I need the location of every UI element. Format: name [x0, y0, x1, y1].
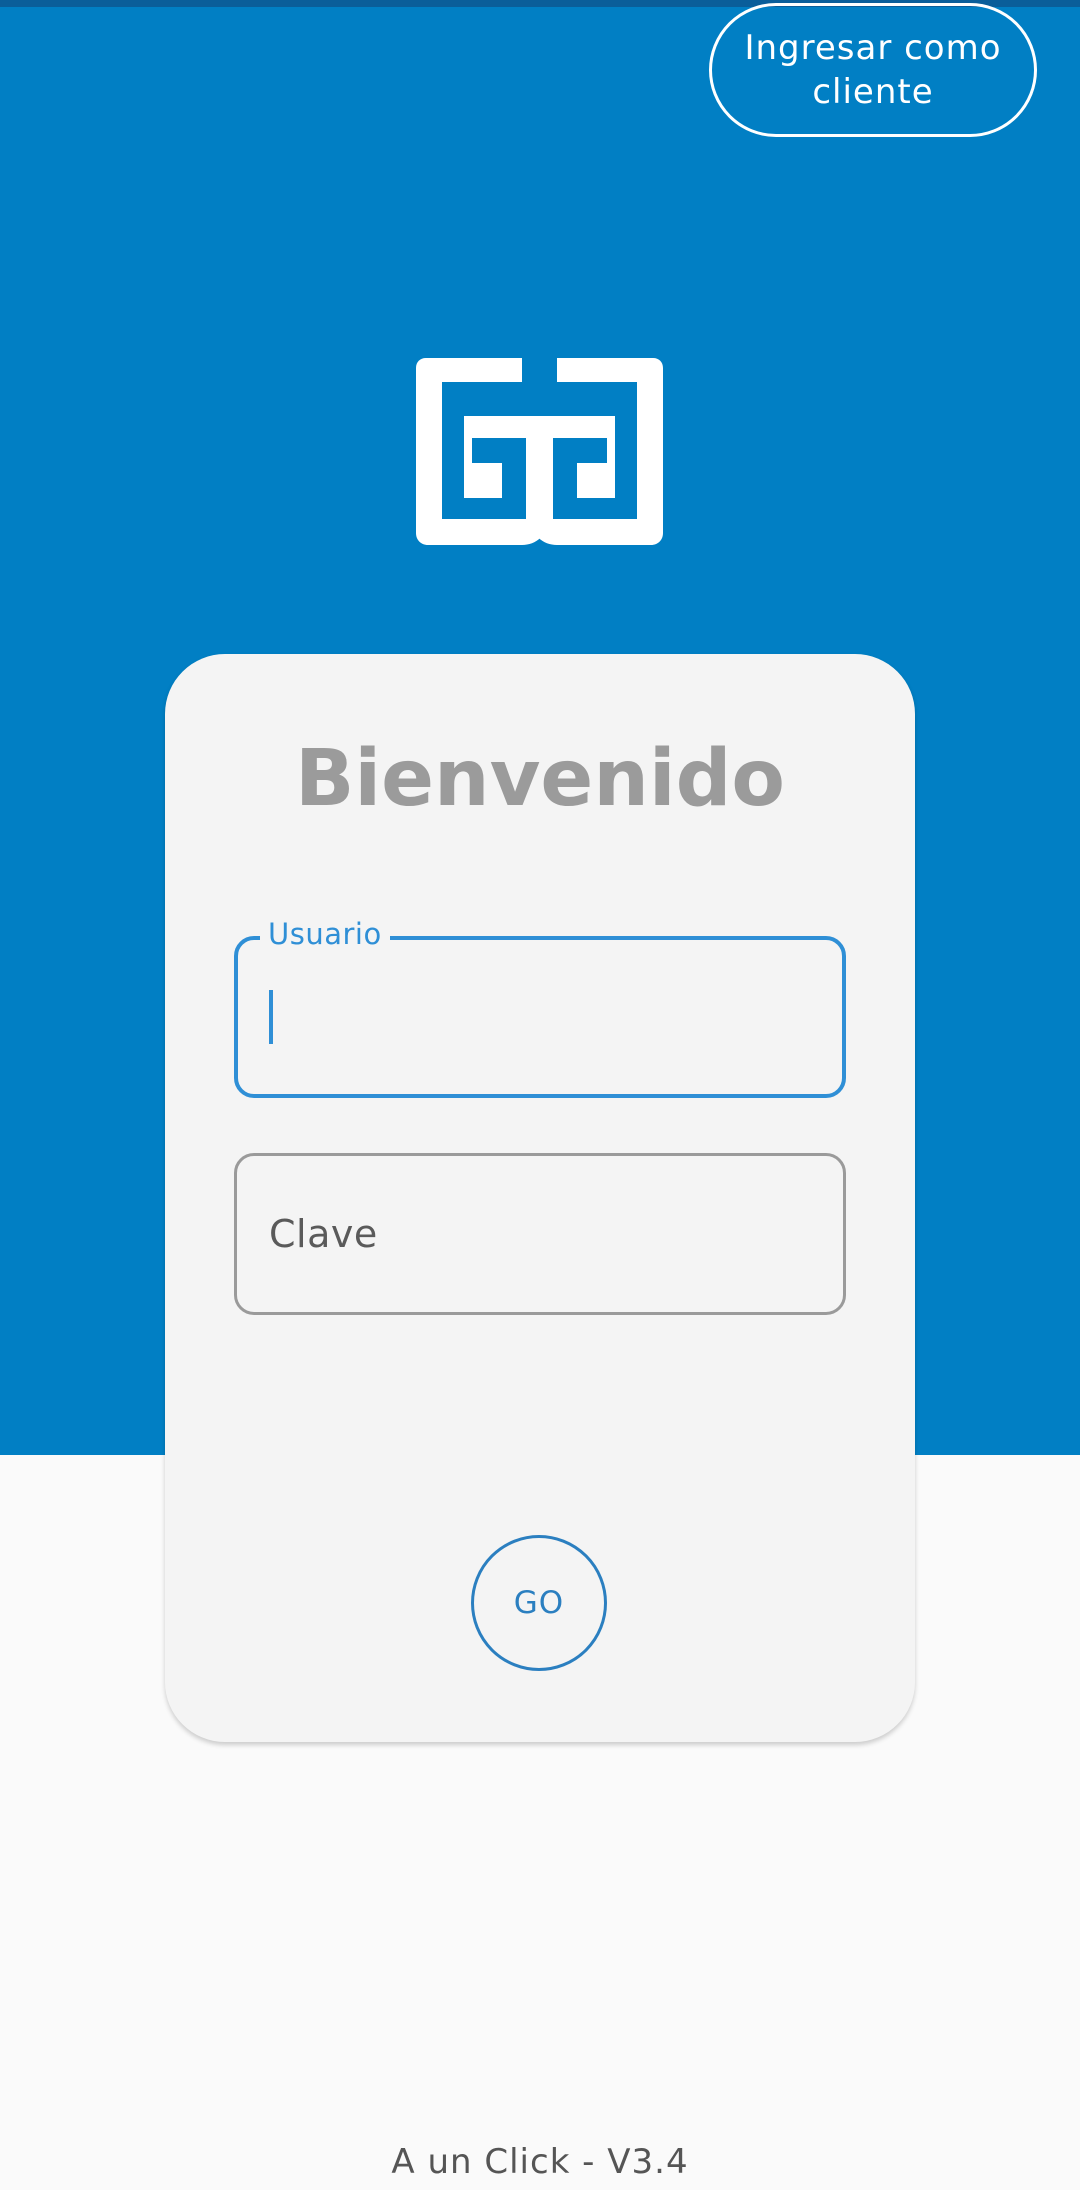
username-label: Usuario [260, 912, 390, 956]
go-button-label: GO [513, 1585, 565, 1621]
go-button[interactable]: GO [471, 1535, 607, 1671]
client-login-button[interactable]: Ingresar como cliente [709, 3, 1037, 137]
app-version: A un Click - V3.4 [391, 2142, 689, 2182]
text-cursor [269, 990, 273, 1044]
gc-brand-logo-icon [416, 358, 663, 545]
password-placeholder: Clave [269, 1212, 378, 1256]
login-card: Bienvenido Usuario Clave GO [165, 654, 915, 1742]
welcome-title: Bienvenido [294, 734, 786, 824]
username-field[interactable]: Usuario [234, 912, 846, 1098]
client-login-label: Ingresar como cliente [744, 28, 1002, 112]
password-field[interactable]: Clave [234, 1153, 846, 1315]
